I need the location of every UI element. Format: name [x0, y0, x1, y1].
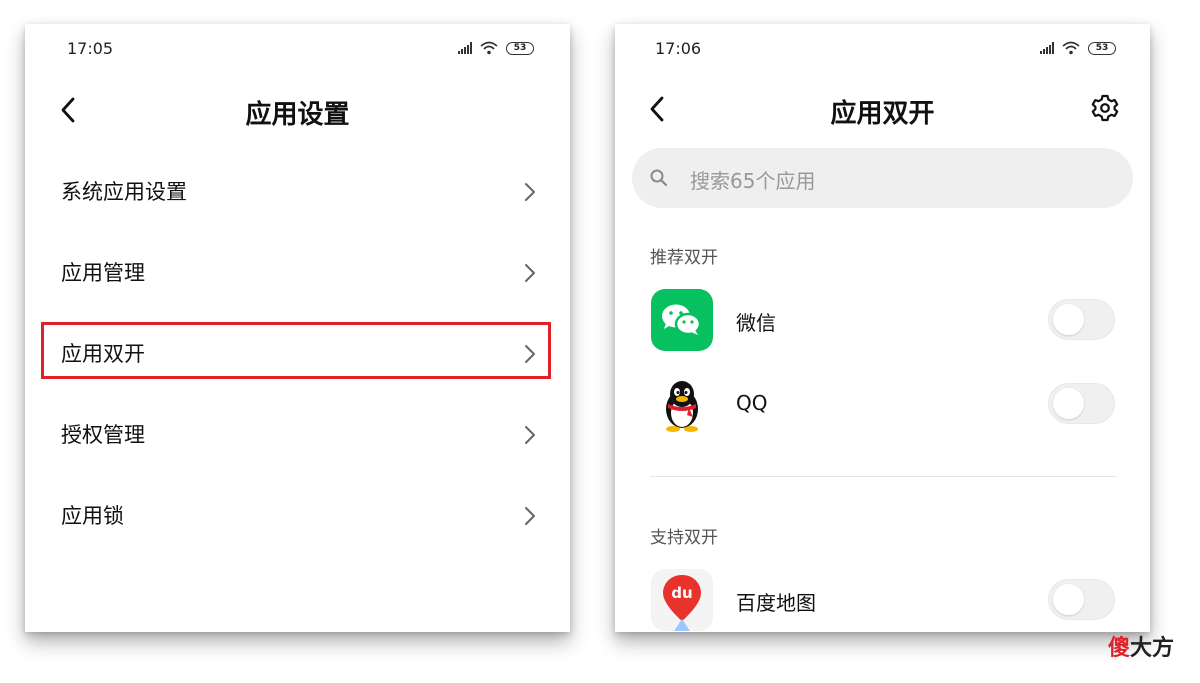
wechat-dual-toggle[interactable]	[1048, 299, 1115, 340]
chevron-right-icon	[525, 507, 535, 525]
toggle-knob	[1053, 304, 1084, 335]
menu-item-label: 系统应用设置	[61, 180, 187, 204]
watermark-first-char: 傻	[1108, 636, 1131, 661]
menu-item-label: 授权管理	[61, 423, 145, 447]
signal-icon	[458, 42, 472, 54]
menu-item-app-lock[interactable]: 应用锁	[25, 487, 570, 543]
gear-icon	[1091, 94, 1119, 122]
menu-item-permissions[interactable]: 授权管理	[25, 406, 570, 462]
page-title: 应用设置	[245, 100, 350, 130]
watermark-rest: 大方	[1130, 636, 1175, 661]
divider	[650, 476, 1116, 477]
chevron-right-icon	[525, 264, 535, 282]
status-time: 17:05	[67, 39, 114, 58]
baidu-map-dual-toggle[interactable]	[1048, 579, 1115, 620]
app-row-baidu-map: du 百度地图	[615, 569, 1150, 632]
status-icons: 53	[1040, 40, 1116, 56]
battery-icon: 53	[1088, 41, 1116, 55]
app-row-qq: QQ	[615, 373, 1150, 437]
battery-icon: 53	[506, 41, 534, 55]
search-input[interactable]: 搜索65个应用	[632, 148, 1133, 208]
menu-item-label: 应用管理	[61, 261, 145, 285]
settings-button[interactable]	[1090, 93, 1120, 127]
qq-penguin-icon	[651, 373, 713, 435]
search-icon	[650, 169, 668, 187]
app-name: 微信	[736, 311, 776, 335]
svg-text:du: du	[671, 584, 692, 602]
signal-icon	[1040, 42, 1054, 54]
search-placeholder: 搜索65个应用	[690, 169, 816, 193]
chevron-right-icon	[525, 183, 535, 201]
toggle-knob	[1053, 584, 1084, 615]
app-settings-screen: 17:05 53 应用设置 系统应用设置 应用管理 应用双开 授权管理 应用锁	[25, 24, 570, 632]
highlight-box	[41, 322, 551, 379]
dual-apps-screen: 17:06 53 应用双开 搜索65个应用 推荐双开 微信 QQ 支持双开 du…	[615, 24, 1150, 632]
qq-dual-toggle[interactable]	[1048, 383, 1115, 424]
wifi-icon	[479, 41, 499, 55]
wechat-icon	[651, 289, 713, 351]
status-icons: 53	[458, 40, 534, 56]
menu-item-app-management[interactable]: 应用管理	[25, 244, 570, 300]
app-row-wechat: 微信	[615, 289, 1150, 353]
app-name: QQ	[736, 391, 768, 415]
chevron-right-icon	[525, 426, 535, 444]
wifi-icon	[1061, 41, 1081, 55]
menu-item-label: 应用锁	[61, 504, 124, 528]
page-title: 应用双开	[830, 99, 935, 129]
menu-item-system-app-settings[interactable]: 系统应用设置	[25, 163, 570, 219]
toggle-knob	[1053, 388, 1084, 419]
status-time: 17:06	[655, 39, 702, 58]
watermark-logo: 傻大方	[1108, 630, 1174, 662]
section-title-recommended: 推荐双开	[650, 248, 718, 268]
baidu-map-icon: du	[651, 569, 713, 631]
section-title-supported: 支持双开	[650, 528, 718, 548]
app-name: 百度地图	[736, 591, 816, 615]
